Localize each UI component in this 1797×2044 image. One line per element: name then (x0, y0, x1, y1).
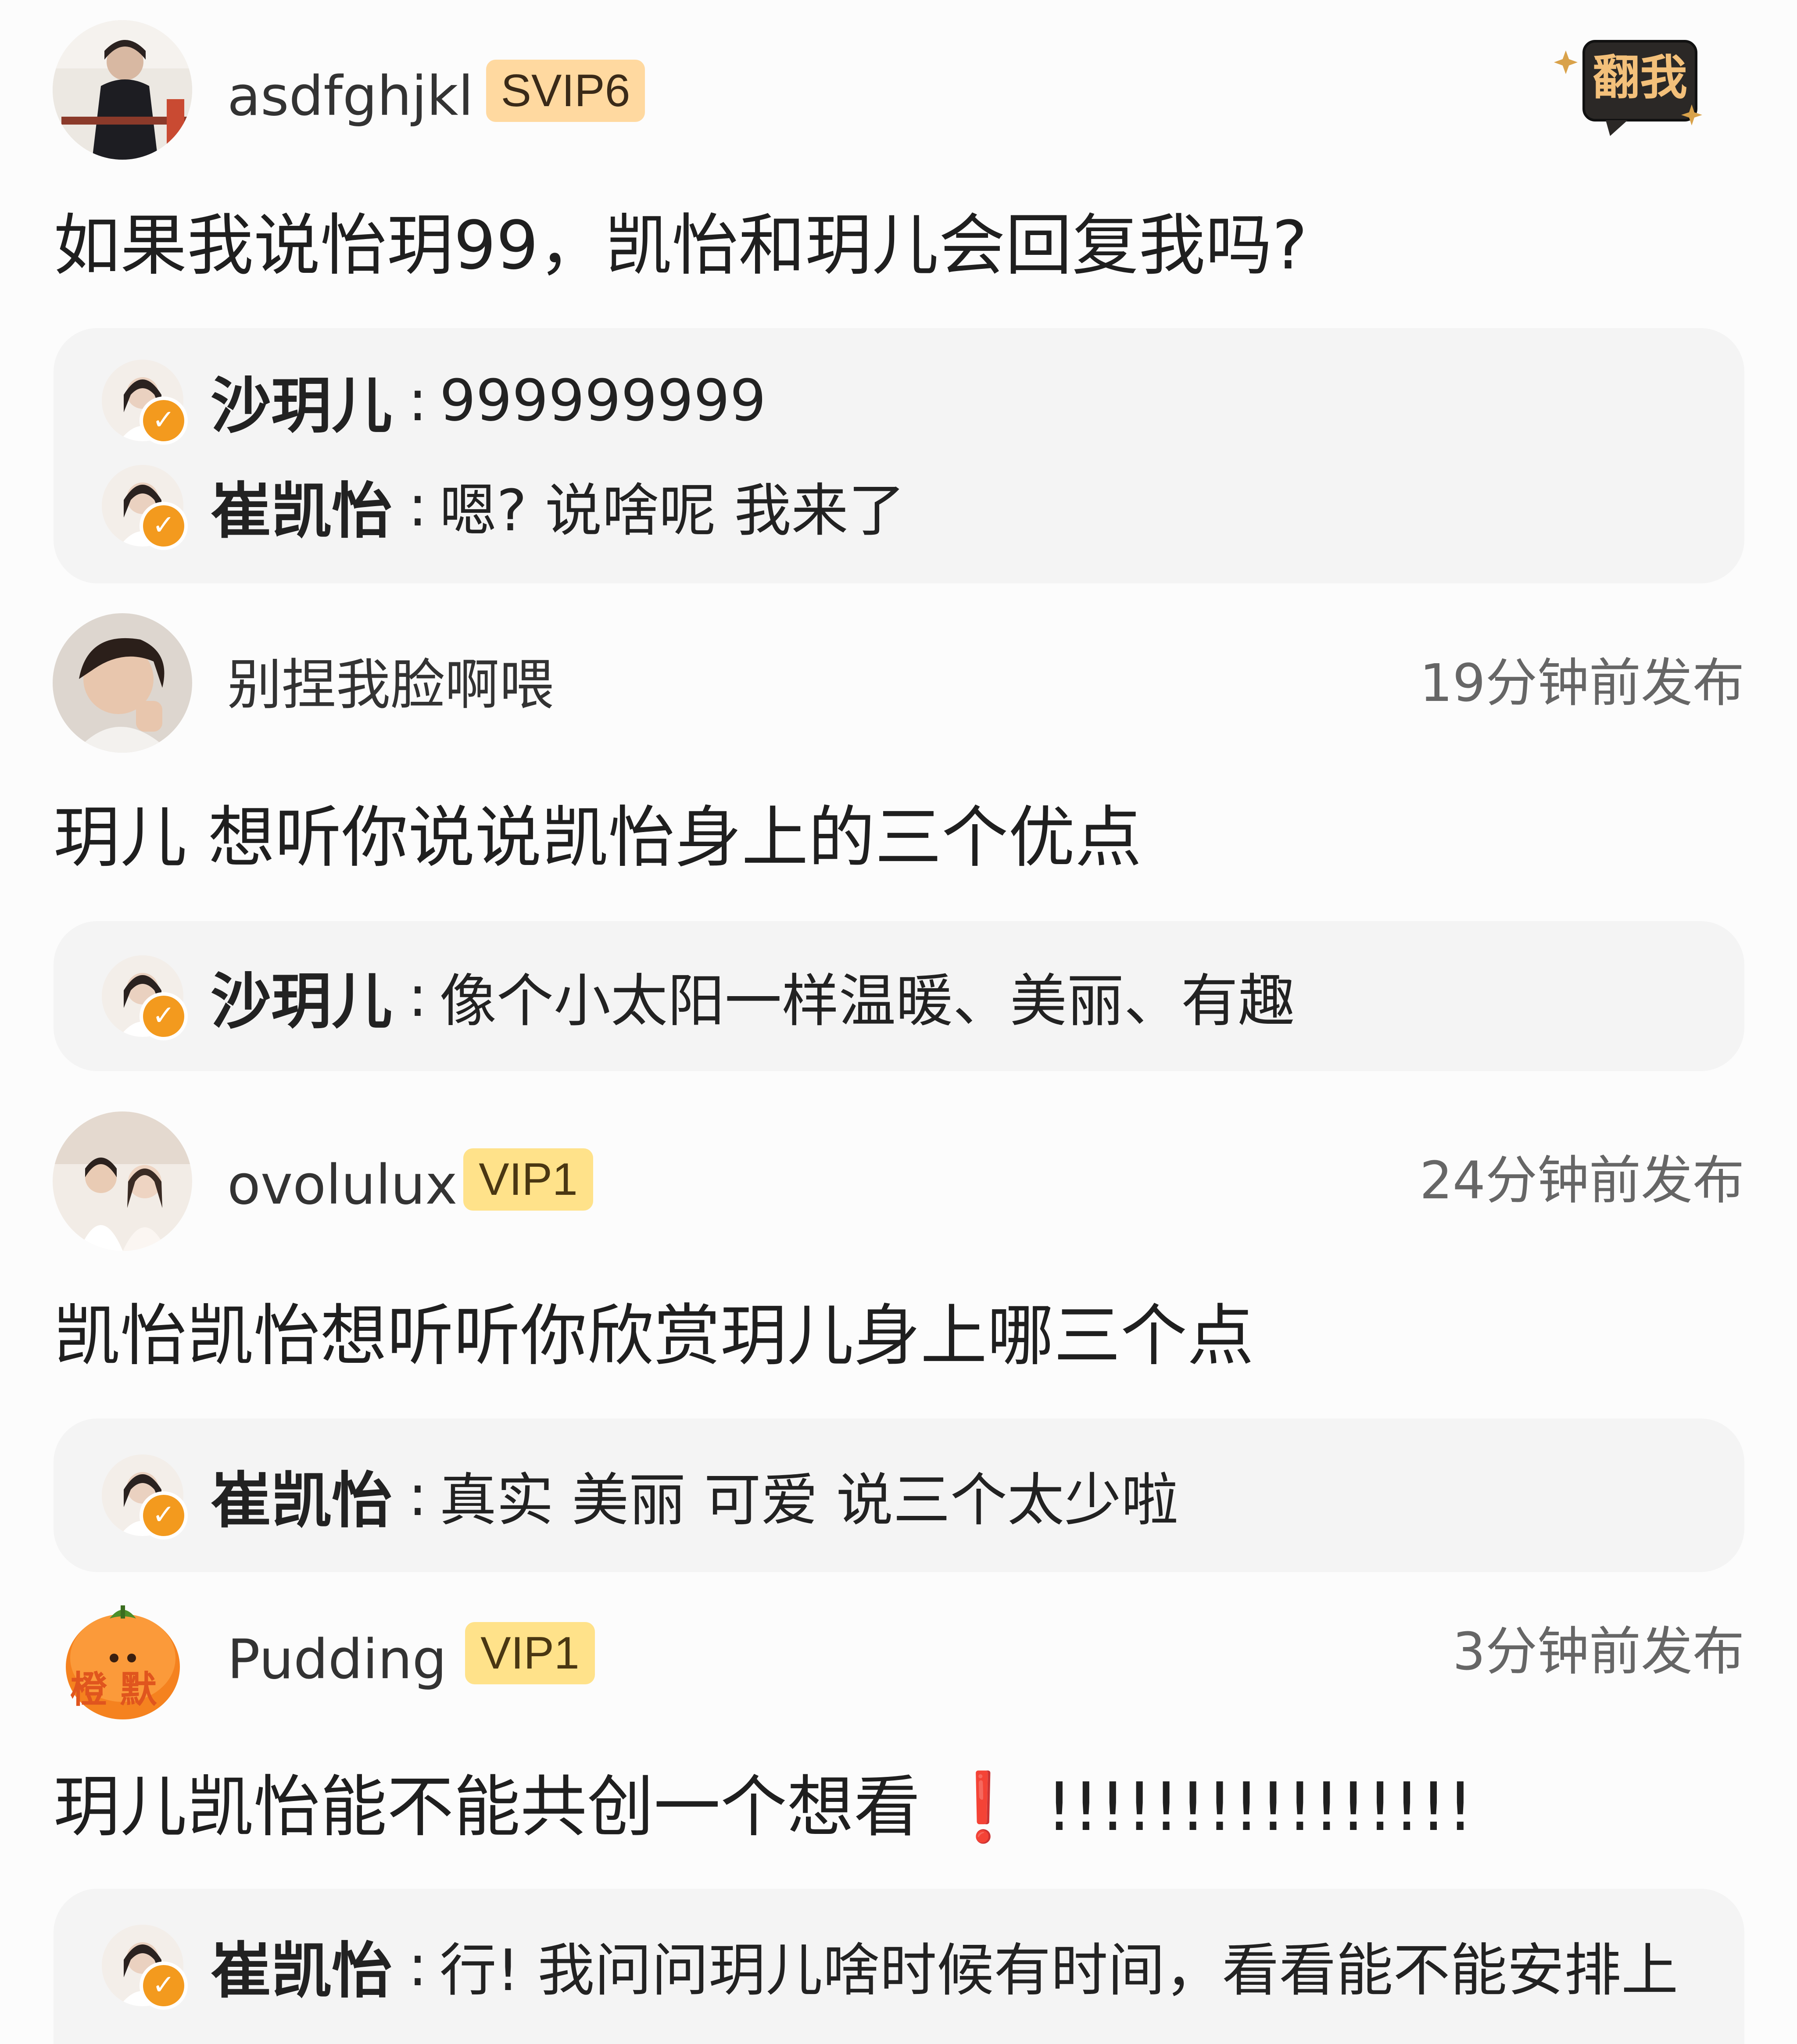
reply-box[interactable]: ✓ 崔凯怡 : 真实 美丽 可爱 说三个太少啦 (54, 1419, 1744, 1572)
reply-author[interactable]: 崔凯怡 (211, 462, 392, 550)
exclamation-icon: ❗ (941, 1768, 1025, 1846)
sparkle-icon (1554, 50, 1578, 74)
reply-item: ✓ 崔凯怡 : 真实 美丽 可爱 说三个太少啦 (102, 1451, 1178, 1540)
reply-avatar[interactable]: ✓ (102, 1454, 188, 1540)
reply-text: 真实 美丽 可爱 说三个太少啦 (439, 1467, 1178, 1533)
reply-avatar[interactable]: ✓ (102, 1925, 188, 2010)
reply-colon: : (408, 1932, 427, 1999)
username[interactable]: Pudding (227, 1633, 447, 1687)
vip-badge: VIP1 (463, 1148, 593, 1211)
verified-icon: ✓ (140, 397, 188, 445)
reply-item: ✓ 崔凯怡 : 嗯? 说啥呢 我来了 (102, 462, 906, 550)
verified-icon: ✓ (140, 1491, 188, 1540)
reply-colon: : (408, 1462, 427, 1529)
reply-colon: : (408, 472, 427, 539)
user-avatar[interactable] (53, 20, 192, 160)
reply-item: ✓ 沙玥儿 : 999999999 (102, 357, 766, 445)
fanwo-button[interactable]: 翻我 (1553, 39, 1704, 137)
reply-item: ✓ 崔凯怡 : 行! 我问问玥儿啥时候有时间，看看能不能安排上 (102, 1922, 1679, 2010)
reply-author[interactable]: 沙玥儿 (211, 357, 392, 444)
avatar-caption: 橙 默 (70, 1668, 157, 1711)
reply-text: 像个小太阳一样温暖、美丽、有趣 (439, 968, 1295, 1034)
comment-tail: !!!!!!!!!!!!!!!! (1045, 1768, 1474, 1846)
username[interactable]: ovolulux (227, 1158, 458, 1212)
comment-text: 玥儿 想听你说说凯怡身上的三个优点 (54, 799, 1142, 876)
username[interactable]: 别捏我脸啊喂 (227, 658, 554, 712)
reply-text: 行! 我问问玥儿啥时候有时间，看看能不能安排上 (439, 1937, 1679, 2004)
post-time: 3分钟前发布 (1452, 1621, 1744, 1682)
comment-main: 玥儿凯怡能不能共创一个想看 (54, 1768, 920, 1846)
user-avatar[interactable] (53, 1111, 192, 1251)
reply-text: 999999999 (439, 367, 766, 434)
reply-author[interactable]: 崔凯怡 (211, 1451, 392, 1539)
reply-author[interactable]: 崔凯怡 (211, 1922, 392, 2009)
comment-text: 如果我说怡玥99，凯怡和玥儿会回复我吗? (54, 207, 1308, 284)
comment-text: 凯怡凯怡想听听你欣赏玥儿身上哪三个点 (54, 1297, 1254, 1375)
fanwo-label: 翻我 (1592, 50, 1687, 105)
reply-colon: : (408, 367, 427, 434)
post-time: 24分钟前发布 (1419, 1150, 1744, 1211)
verified-icon: ✓ (140, 992, 188, 1040)
reply-colon: : (408, 963, 427, 1029)
vip-badge: VIP1 (465, 1622, 595, 1684)
verified-icon: ✓ (140, 1962, 188, 2010)
reply-text: 嗯? 说啥呢 我来了 (439, 477, 906, 544)
username[interactable]: asdfghjkl (227, 69, 473, 124)
reply-avatar[interactable]: ✓ (102, 360, 188, 445)
post-time: 19分钟前发布 (1419, 653, 1744, 713)
reply-item: ✓ 沙玥儿 : 像个小太阳一样温暖、美丽、有趣 (102, 952, 1295, 1040)
reply-avatar[interactable]: ✓ (102, 465, 188, 550)
svip-badge: SVIP6 (486, 60, 645, 122)
reply-box[interactable]: ✓ 崔凯怡 : 行! 我问问玥儿啥时候有时间，看看能不能安排上 (54, 1889, 1744, 2044)
reply-avatar[interactable]: ✓ (102, 955, 188, 1040)
reply-box[interactable]: ✓ 沙玥儿 : 像个小太阳一样温暖、美丽、有趣 (54, 921, 1744, 1071)
reply-author[interactable]: 沙玥儿 (211, 952, 392, 1040)
verified-icon: ✓ (140, 502, 188, 550)
reply-box[interactable]: ✓ 沙玥儿 : 999999999 ✓ 崔凯怡 : 嗯? 说啥呢 我来了 (54, 328, 1744, 583)
user-avatar[interactable] (53, 613, 192, 753)
comment-text: 玥儿凯怡能不能共创一个想看 ❗ !!!!!!!!!!!!!!!! (54, 1774, 1474, 1840)
user-avatar[interactable]: 橙 默 (61, 1592, 184, 1724)
